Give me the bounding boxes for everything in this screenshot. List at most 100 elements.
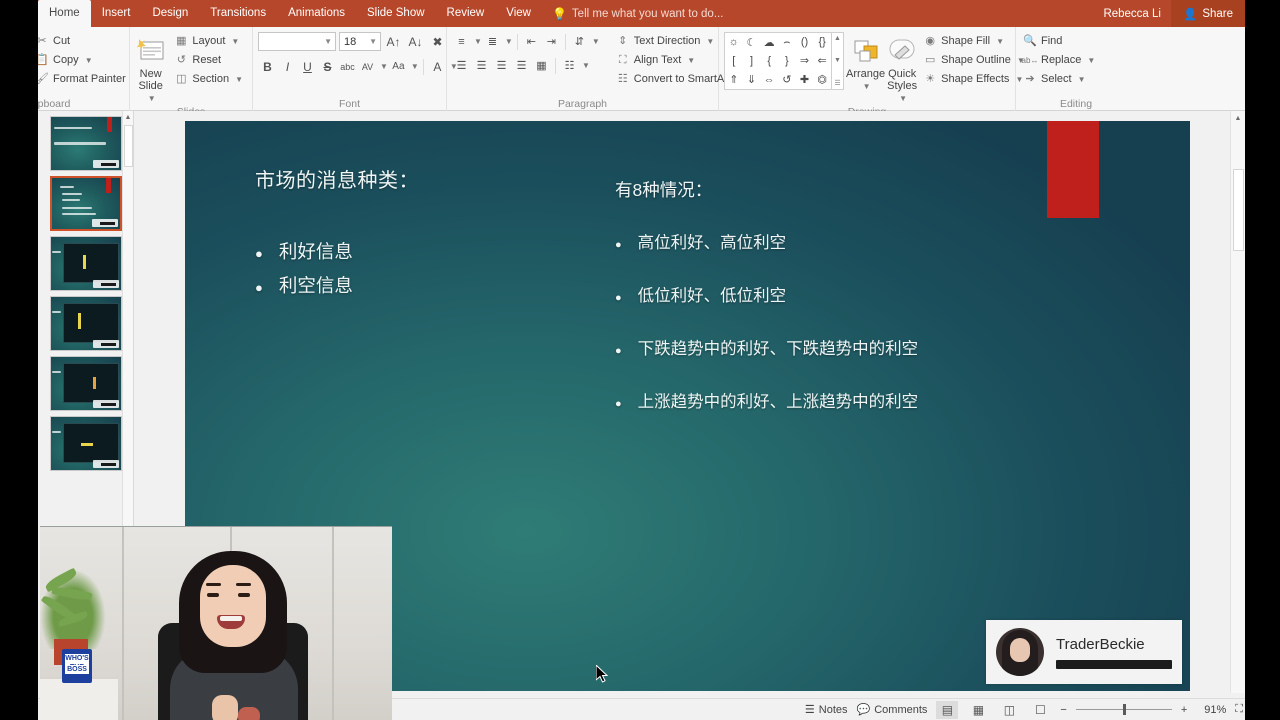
find-button[interactable]: 🔍 Find [1021,32,1099,50]
character-spacing-button[interactable]: AV [358,57,377,76]
shape-effects-button[interactable]: ☀ Shape Effects ▼ [921,70,1029,88]
share-button[interactable]: 👤 Share [1170,0,1245,27]
shape-icon[interactable]: ☼ [729,36,739,48]
tab-transitions[interactable]: Transitions [199,0,277,27]
group-editing: 🔍 Find ab↔ Replace ▼ ➔ Select ▼ Editing [1016,27,1136,111]
user-name[interactable]: Rebecca Li [1093,8,1171,20]
section-button[interactable]: ◫ Section ▼ [172,70,247,88]
select-button[interactable]: ➔ Select ▼ [1021,70,1099,88]
shape-icon[interactable]: ☁ [764,36,775,49]
tab-view[interactable]: View [495,0,542,27]
zoom-level[interactable]: 91% [1196,704,1226,716]
numbering-button[interactable]: ≣ [483,32,502,51]
shape-icon[interactable]: {} [818,36,825,48]
shape-outline-button[interactable]: ▭ Shape Outline ▼ [921,51,1029,69]
shape-icon[interactable]: ] [750,55,753,67]
font-size-input[interactable]: 18 ▼ [339,32,381,51]
shapes-gallery[interactable]: ☼ ☾ ☁ ⌢ () {} [ ] { } ⇒ ⇐ ⇑ ⇓ ⇔ ↺ ✚ ⏣ [724,32,832,90]
shape-icon[interactable]: ⌢ [783,36,790,49]
underline-button[interactable]: U [298,57,317,76]
notes-button[interactable]: ☰ Notes [805,703,848,717]
tab-review[interactable]: Review [436,0,496,27]
slide-thumbnail-2[interactable] [49,176,122,231]
slide-right-textbox[interactable]: 有8种情况： ● 高位利好、高位利空 ● 低位利好、低位利空 ● 下跌趋势中的利… [615,177,1155,441]
scroll-up-icon[interactable]: ▲ [123,111,133,123]
new-slide-button[interactable]: New Slide ▼ [135,32,166,105]
chevron-down-icon[interactable]: ▼ [834,57,841,64]
shape-icon[interactable]: ⇐ [818,54,827,67]
bold-button[interactable]: B [258,57,277,76]
zoom-in-button[interactable]: + [1181,704,1187,716]
reset-button[interactable]: ↺ Reset [172,51,247,69]
slide-thumbnail-1[interactable] [49,116,122,171]
more-shapes-icon[interactable]: ☰ [834,79,840,87]
line-spacing-button[interactable]: ⇵ [570,32,589,51]
slide-thumbnail-3[interactable] [49,236,122,291]
columns-button[interactable]: ▦ [532,56,551,75]
shape-icon[interactable]: ✚ [800,73,809,86]
tab-home[interactable]: Home [38,0,91,27]
shape-icon[interactable]: ⏣ [817,73,827,86]
chevron-up-icon[interactable]: ▲ [834,35,841,42]
shape-fill-button[interactable]: ◉ Shape Fill ▼ [921,32,1029,50]
slide-vertical-scrollbar[interactable]: ▲ [1230,111,1245,693]
font-name-input[interactable]: ▼ [258,32,336,51]
shape-icon[interactable]: ⇔ [764,74,775,86]
slide-sorter-view-button[interactable]: ▦ [967,701,989,719]
format-painter-button[interactable]: 🖌 Format Painter [38,70,130,88]
divider [516,33,518,50]
align-right-button[interactable]: ☰ [492,56,511,75]
tab-animations[interactable]: Animations [277,0,356,27]
shape-icon[interactable]: ⇓ [747,73,756,86]
normal-view-button[interactable]: ▤ [936,700,959,719]
tab-insert[interactable]: Insert [91,0,142,27]
align-center-button[interactable]: ☰ [472,56,491,75]
replace-button[interactable]: ab↔ Replace ▼ [1021,51,1099,69]
shape-icon[interactable]: ⇒ [800,54,809,67]
change-case-button[interactable]: Aa [389,57,408,76]
align-left-button[interactable]: ☰ [452,56,471,75]
comments-button[interactable]: 💬 Comments [857,703,928,717]
tab-slide-show[interactable]: Slide Show [356,0,436,27]
zoom-slider-handle[interactable] [1122,704,1126,715]
scroll-up-icon[interactable]: ▲ [1231,111,1245,125]
shape-icon[interactable]: } [785,55,789,67]
thumbnail-scroll-thumb[interactable] [124,125,133,167]
shape-icon[interactable]: ↺ [782,73,791,86]
tell-me-box[interactable]: 💡 Tell me what you want to do... [552,0,723,27]
tab-design[interactable]: Design [141,0,199,27]
shape-icon[interactable]: () [801,36,808,48]
shape-icon[interactable]: ☾ [747,36,757,49]
decrease-indent-button[interactable]: ⇤ [522,32,541,51]
vertical-scroll-thumb[interactable] [1233,169,1244,251]
strikethrough-button[interactable]: S [318,57,337,76]
slide-show-view-button[interactable]: ☐ [1029,701,1051,719]
layout-button[interactable]: ▦ Layout ▼ [172,32,247,50]
shape-icon[interactable]: [ [732,55,735,67]
shrink-font-button[interactable]: A↓ [406,32,425,51]
zoom-out-button[interactable]: − [1060,704,1066,716]
shapes-scrollbar[interactable]: ▲ ▼ ☰ [832,32,844,90]
slide-thumbnail-4[interactable] [49,296,122,351]
zoom-slider[interactable] [1075,704,1172,716]
justify-button[interactable]: ☰ [512,56,531,75]
clear-formatting-button[interactable]: ✖ [428,32,447,51]
shape-icon[interactable]: { [767,55,771,67]
quick-styles-button[interactable]: Quick Styles ▼ [887,32,917,105]
slide-left-textbox[interactable]: 市场的消息种类： ● 利好信息 ● 利空信息 [255,164,585,306]
increase-indent-button[interactable]: ⇥ [542,32,561,51]
text-shadow-button[interactable]: abc [338,57,357,76]
reading-view-button[interactable]: ◫ [998,701,1020,719]
italic-button[interactable]: I [278,57,297,76]
grow-font-button[interactable]: A↑ [384,32,403,51]
bullets-button[interactable]: ≡ [452,32,471,51]
fit-to-window-button[interactable]: ⛶ [1235,703,1243,716]
text-columns-button[interactable]: ☷ [560,56,579,75]
arrange-button[interactable]: Arrange ▼ [846,32,885,93]
slide-thumbnail-6[interactable] [49,416,122,471]
slide-thumbnail-5[interactable] [49,356,122,411]
copy-button[interactable]: 📋 Copy ▼ [38,51,130,69]
shape-icon[interactable]: ⇑ [729,73,738,86]
font-color-button[interactable]: A [428,57,447,76]
cut-button[interactable]: ✂ Cut [38,32,130,50]
